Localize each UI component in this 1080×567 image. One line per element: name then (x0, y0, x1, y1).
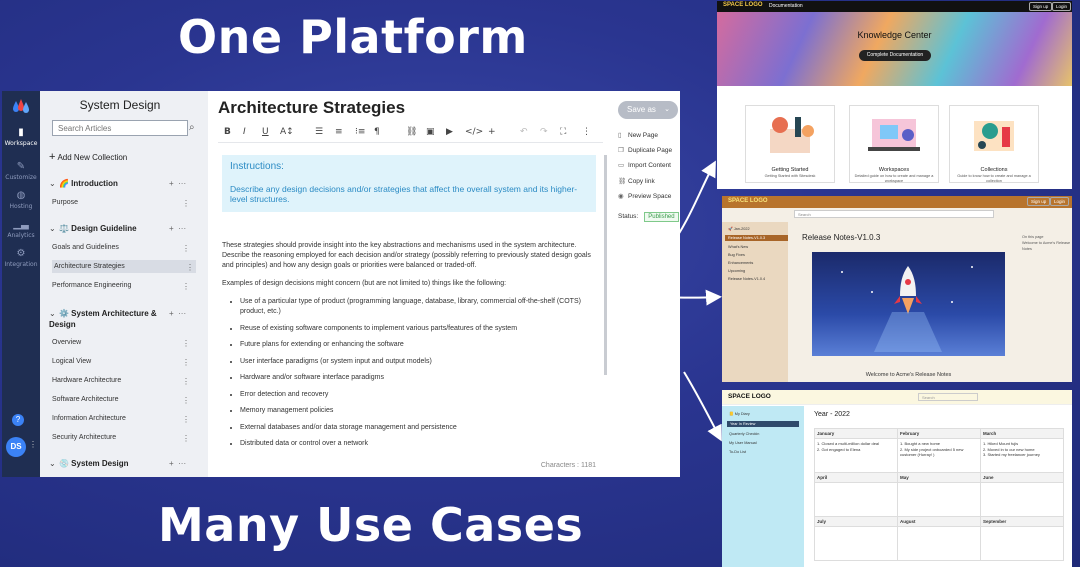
month-header: August (897, 516, 981, 527)
sidebar-item[interactable]: 📒 My Diary (729, 411, 804, 416)
sidebar-item[interactable]: Enhancements (728, 261, 788, 265)
month-cell[interactable] (980, 482, 1064, 517)
collections-illustration (974, 121, 1014, 151)
rocket-illustration (812, 252, 1005, 356)
month-cell[interactable] (980, 526, 1064, 561)
sidebar-item[interactable]: What's New (728, 245, 788, 249)
card-workspaces[interactable]: Workspaces Detailed guide on how to crea… (849, 105, 939, 183)
month-cell[interactable]: 1. Bought a new home 2. My side project o… (897, 438, 981, 473)
month-cell[interactable] (897, 482, 981, 517)
brand-logo: SPACE LOGO (728, 393, 771, 400)
release-navbar: SPACE LOGO Sign up Login (722, 196, 1072, 208)
diary-title: Year - 2022 (814, 411, 850, 418)
sidebar-item[interactable]: Release Notes-V1.0.4 (728, 277, 788, 281)
month-header: June (980, 472, 1064, 483)
release-caption: Welcome to Acme's Release Notes (865, 372, 952, 378)
signup-button[interactable]: Sign up (1029, 2, 1053, 11)
release-notes-preview: SPACE LOGO Sign up Login Search 🚀 Jan-20… (722, 196, 1072, 382)
signup-button[interactable]: Sign up (1027, 197, 1051, 206)
month-header: July (814, 516, 898, 527)
arrow-to-diary (683, 371, 722, 442)
month-header: February (897, 428, 981, 439)
sidebar-item-active[interactable]: Release Notes-V1.0.3 (725, 235, 788, 241)
hero-cta-button[interactable]: Complete Documentation (859, 50, 931, 61)
search-input[interactable]: Search (794, 210, 994, 218)
workspaces-illustration (868, 119, 920, 151)
month-cell[interactable]: 1. Closed a multi-million dollar deal 2. … (814, 438, 898, 473)
search-input[interactable]: Search (918, 393, 978, 401)
documentation-preview: SPACE LOGO Documentation Sign up Login K… (717, 1, 1072, 189)
login-button[interactable]: Login (1050, 197, 1070, 206)
sidebar-item[interactable]: To-Do List (729, 450, 804, 454)
month-cell[interactable] (814, 526, 898, 561)
month-header: March (980, 428, 1064, 439)
hero-title: Knowledge Center (857, 30, 932, 40)
nav-title: Documentation (769, 3, 803, 9)
getting-started-illustration (770, 117, 814, 153)
release-title: Release Notes-V1.0.3 (802, 233, 881, 242)
diary-sidebar: 📒 My Diary Year In Review Quarterly Chec… (722, 406, 804, 567)
sidebar-item[interactable]: Quarterly Checkin (729, 432, 804, 436)
sidebar-item[interactable]: Bug Fixes (728, 253, 788, 257)
release-sidebar: 🚀 Jan-2022 Release Notes-V1.0.3 What's N… (722, 222, 788, 382)
sidebar-item[interactable]: My User Manual (729, 441, 804, 445)
card-getting-started[interactable]: Getting Started Getting Started with Sit… (745, 105, 835, 183)
month-cell[interactable] (814, 482, 898, 517)
month-header: May (897, 472, 981, 483)
month-header: September (980, 516, 1064, 527)
sidebar-item-active[interactable]: Year In Review (727, 421, 799, 427)
year-calendar: January February March 1. Closed a multi… (814, 428, 1064, 561)
arrow-to-release-notes (659, 289, 722, 306)
arrow-to-documentation (667, 160, 716, 251)
doc-navbar: SPACE LOGO Documentation Sign up Login (717, 1, 1072, 12)
diary-navbar: SPACE LOGO Search (722, 390, 1072, 405)
on-this-page: On this page Welcome to Acme's Release N… (1022, 235, 1071, 251)
brand-logo: SPACE LOGO (723, 2, 763, 8)
month-header: April (814, 472, 898, 483)
card-collections[interactable]: Collections Guide to know how to create … (949, 105, 1039, 183)
diary-preview: SPACE LOGO Search 📒 My Diary Year In Rev… (722, 390, 1072, 567)
brand-logo: SPACE LOGO (728, 198, 768, 204)
login-button[interactable]: Login (1052, 2, 1072, 11)
month-cell[interactable] (897, 526, 981, 561)
month-cell[interactable]: 1. Hiked Mount fujis 2. Moved in to our n… (980, 438, 1064, 473)
sidebar-item[interactable]: Upcoming (728, 269, 788, 273)
sidebar-item[interactable]: 🚀 Jan-2022 (728, 226, 788, 231)
hero-banner: Knowledge Center Complete Documentation (717, 12, 1072, 86)
month-header: January (814, 428, 898, 439)
